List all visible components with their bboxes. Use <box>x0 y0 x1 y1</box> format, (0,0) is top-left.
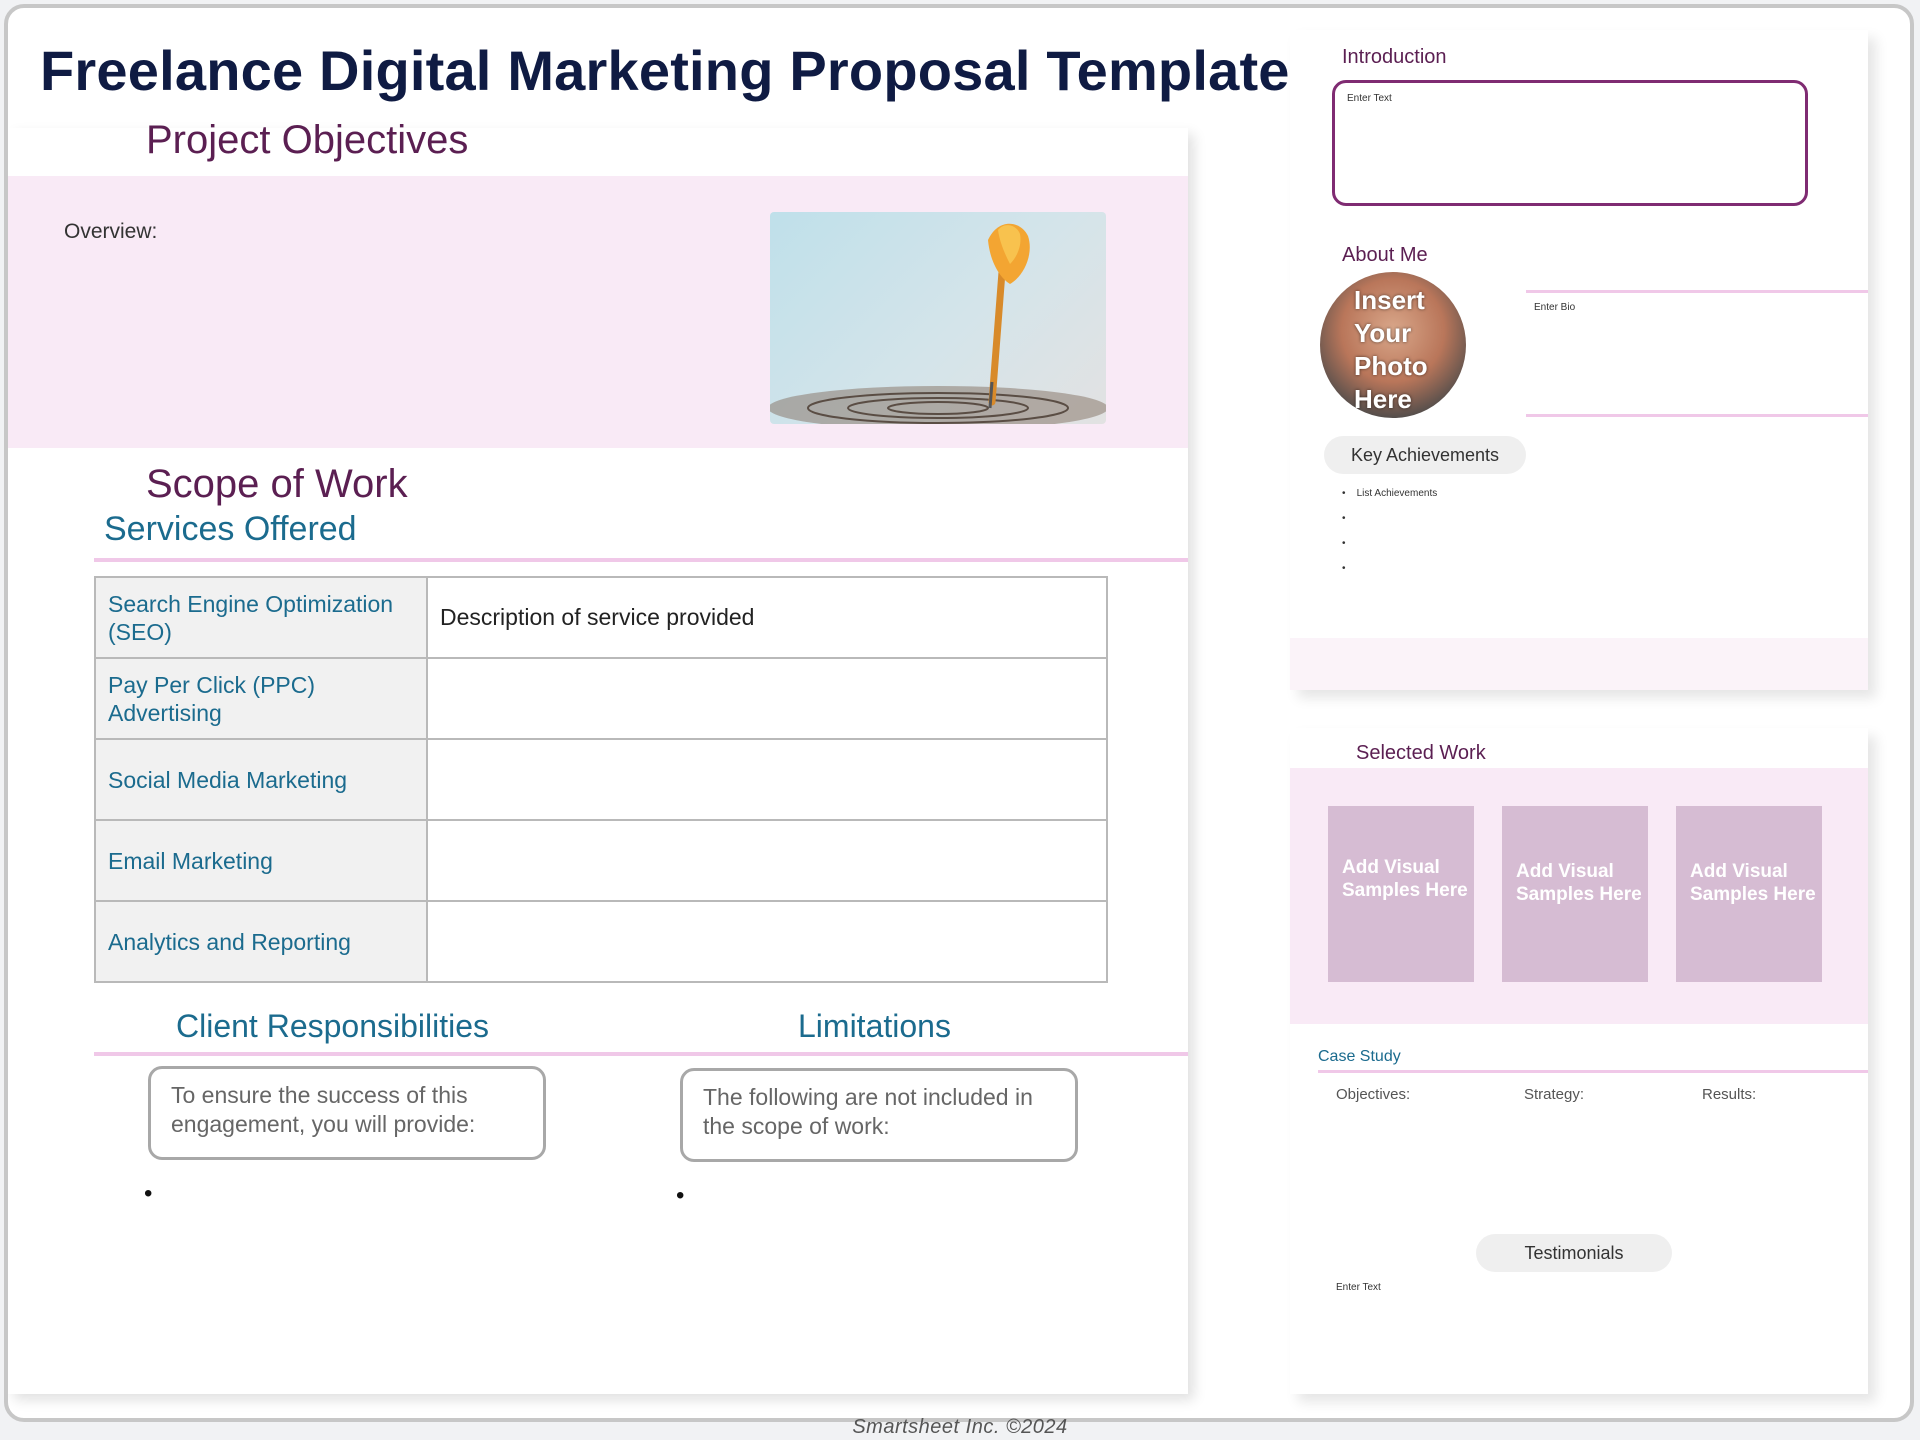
service-name: Search Engine Optimization (SEO) <box>94 576 428 659</box>
about-me-label: About Me <box>1342 244 1428 266</box>
overview-label: Overview: <box>64 220 158 243</box>
table-row: Social Media Marketing <box>94 738 1108 821</box>
service-name: Pay Per Click (PPC) Advertising <box>94 657 428 740</box>
visual-sample-1[interactable]: Add Visual Samples Here <box>1328 806 1474 982</box>
visual-sample-2[interactable]: Add Visual Samples Here <box>1502 806 1648 982</box>
service-description[interactable] <box>426 819 1108 902</box>
list-item[interactable]: • <box>1342 563 1437 588</box>
bio-bottom-rule <box>1526 414 1868 417</box>
introduction-field[interactable]: Enter Text <box>1332 80 1808 206</box>
testimonials-placeholder[interactable]: Enter Text <box>1336 1282 1381 1293</box>
client-responsibilities-callout: To ensure the success of this engagement… <box>148 1066 546 1160</box>
dart-icon <box>770 223 1106 424</box>
responsibility-bullet[interactable]: • <box>144 1180 152 1208</box>
template-frame: Freelance Digital Marketing Proposal Tem… <box>4 4 1914 1422</box>
introduction-placeholder: Enter Text <box>1347 93 1392 104</box>
page-title: Freelance Digital Marketing Proposal Tem… <box>40 39 1290 102</box>
key-achievements-label: Key Achievements <box>1324 436 1526 474</box>
photo-placeholder-text: Insert Your Photo Here <box>1354 285 1428 414</box>
services-offered-heading: Services Offered <box>104 510 357 548</box>
services-divider <box>94 558 1188 562</box>
service-description[interactable] <box>426 738 1108 821</box>
visual-sample-3[interactable]: Add Visual Samples Here <box>1676 806 1822 982</box>
service-description[interactable]: Description of service provided <box>426 576 1108 659</box>
achievements-list: • List Achievements • • • <box>1342 488 1437 588</box>
selected-work-label: Selected Work <box>1356 742 1486 764</box>
table-row: Analytics and Reporting <box>94 900 1108 983</box>
dart-target-image <box>770 212 1106 424</box>
profile-footer-band <box>1290 638 1868 690</box>
service-name: Social Media Marketing <box>94 738 428 821</box>
client-responsibilities-heading: Client Responsibilities <box>176 1008 490 1044</box>
testimonials-label: Testimonials <box>1476 1234 1672 1272</box>
photo-placeholder[interactable]: Insert Your Photo Here <box>1320 272 1466 418</box>
project-objectives-heading: Project Objectives <box>146 118 469 162</box>
list-item[interactable]: • <box>1342 513 1437 538</box>
table-row: Pay Per Click (PPC) Advertising <box>94 657 1108 740</box>
case-study-divider <box>1318 1070 1868 1073</box>
responsibilities-divider <box>94 1052 1188 1056</box>
introduction-label: Introduction <box>1342 46 1447 68</box>
service-description[interactable] <box>426 657 1108 740</box>
copyright-footer: Smartsheet Inc. ©2024 <box>852 1416 1068 1438</box>
limitation-bullet[interactable]: • <box>676 1182 684 1210</box>
bio-top-rule <box>1526 290 1868 293</box>
scope-of-work-heading: Scope of Work <box>146 462 408 506</box>
service-description[interactable] <box>426 900 1108 983</box>
table-row: Email Marketing <box>94 819 1108 902</box>
service-name: Email Marketing <box>94 819 428 902</box>
list-item[interactable]: • List Achievements <box>1342 488 1437 513</box>
services-table: Search Engine Optimization (SEO) Descrip… <box>94 576 1108 983</box>
case-study-results[interactable]: Results: <box>1702 1086 1756 1103</box>
achievement-text: List Achievements <box>1356 488 1438 499</box>
table-row: Search Engine Optimization (SEO) Descrip… <box>94 576 1108 659</box>
limitations-heading: Limitations <box>798 1008 951 1044</box>
case-study-strategy[interactable]: Strategy: <box>1524 1086 1584 1103</box>
bio-placeholder[interactable]: Enter Bio <box>1534 302 1575 313</box>
limitations-callout: The following are not included in the sc… <box>680 1068 1078 1162</box>
case-study-label: Case Study <box>1318 1048 1401 1065</box>
case-study-objectives[interactable]: Objectives: <box>1336 1086 1410 1103</box>
list-item[interactable]: • <box>1342 538 1437 563</box>
service-name: Analytics and Reporting <box>94 900 428 983</box>
